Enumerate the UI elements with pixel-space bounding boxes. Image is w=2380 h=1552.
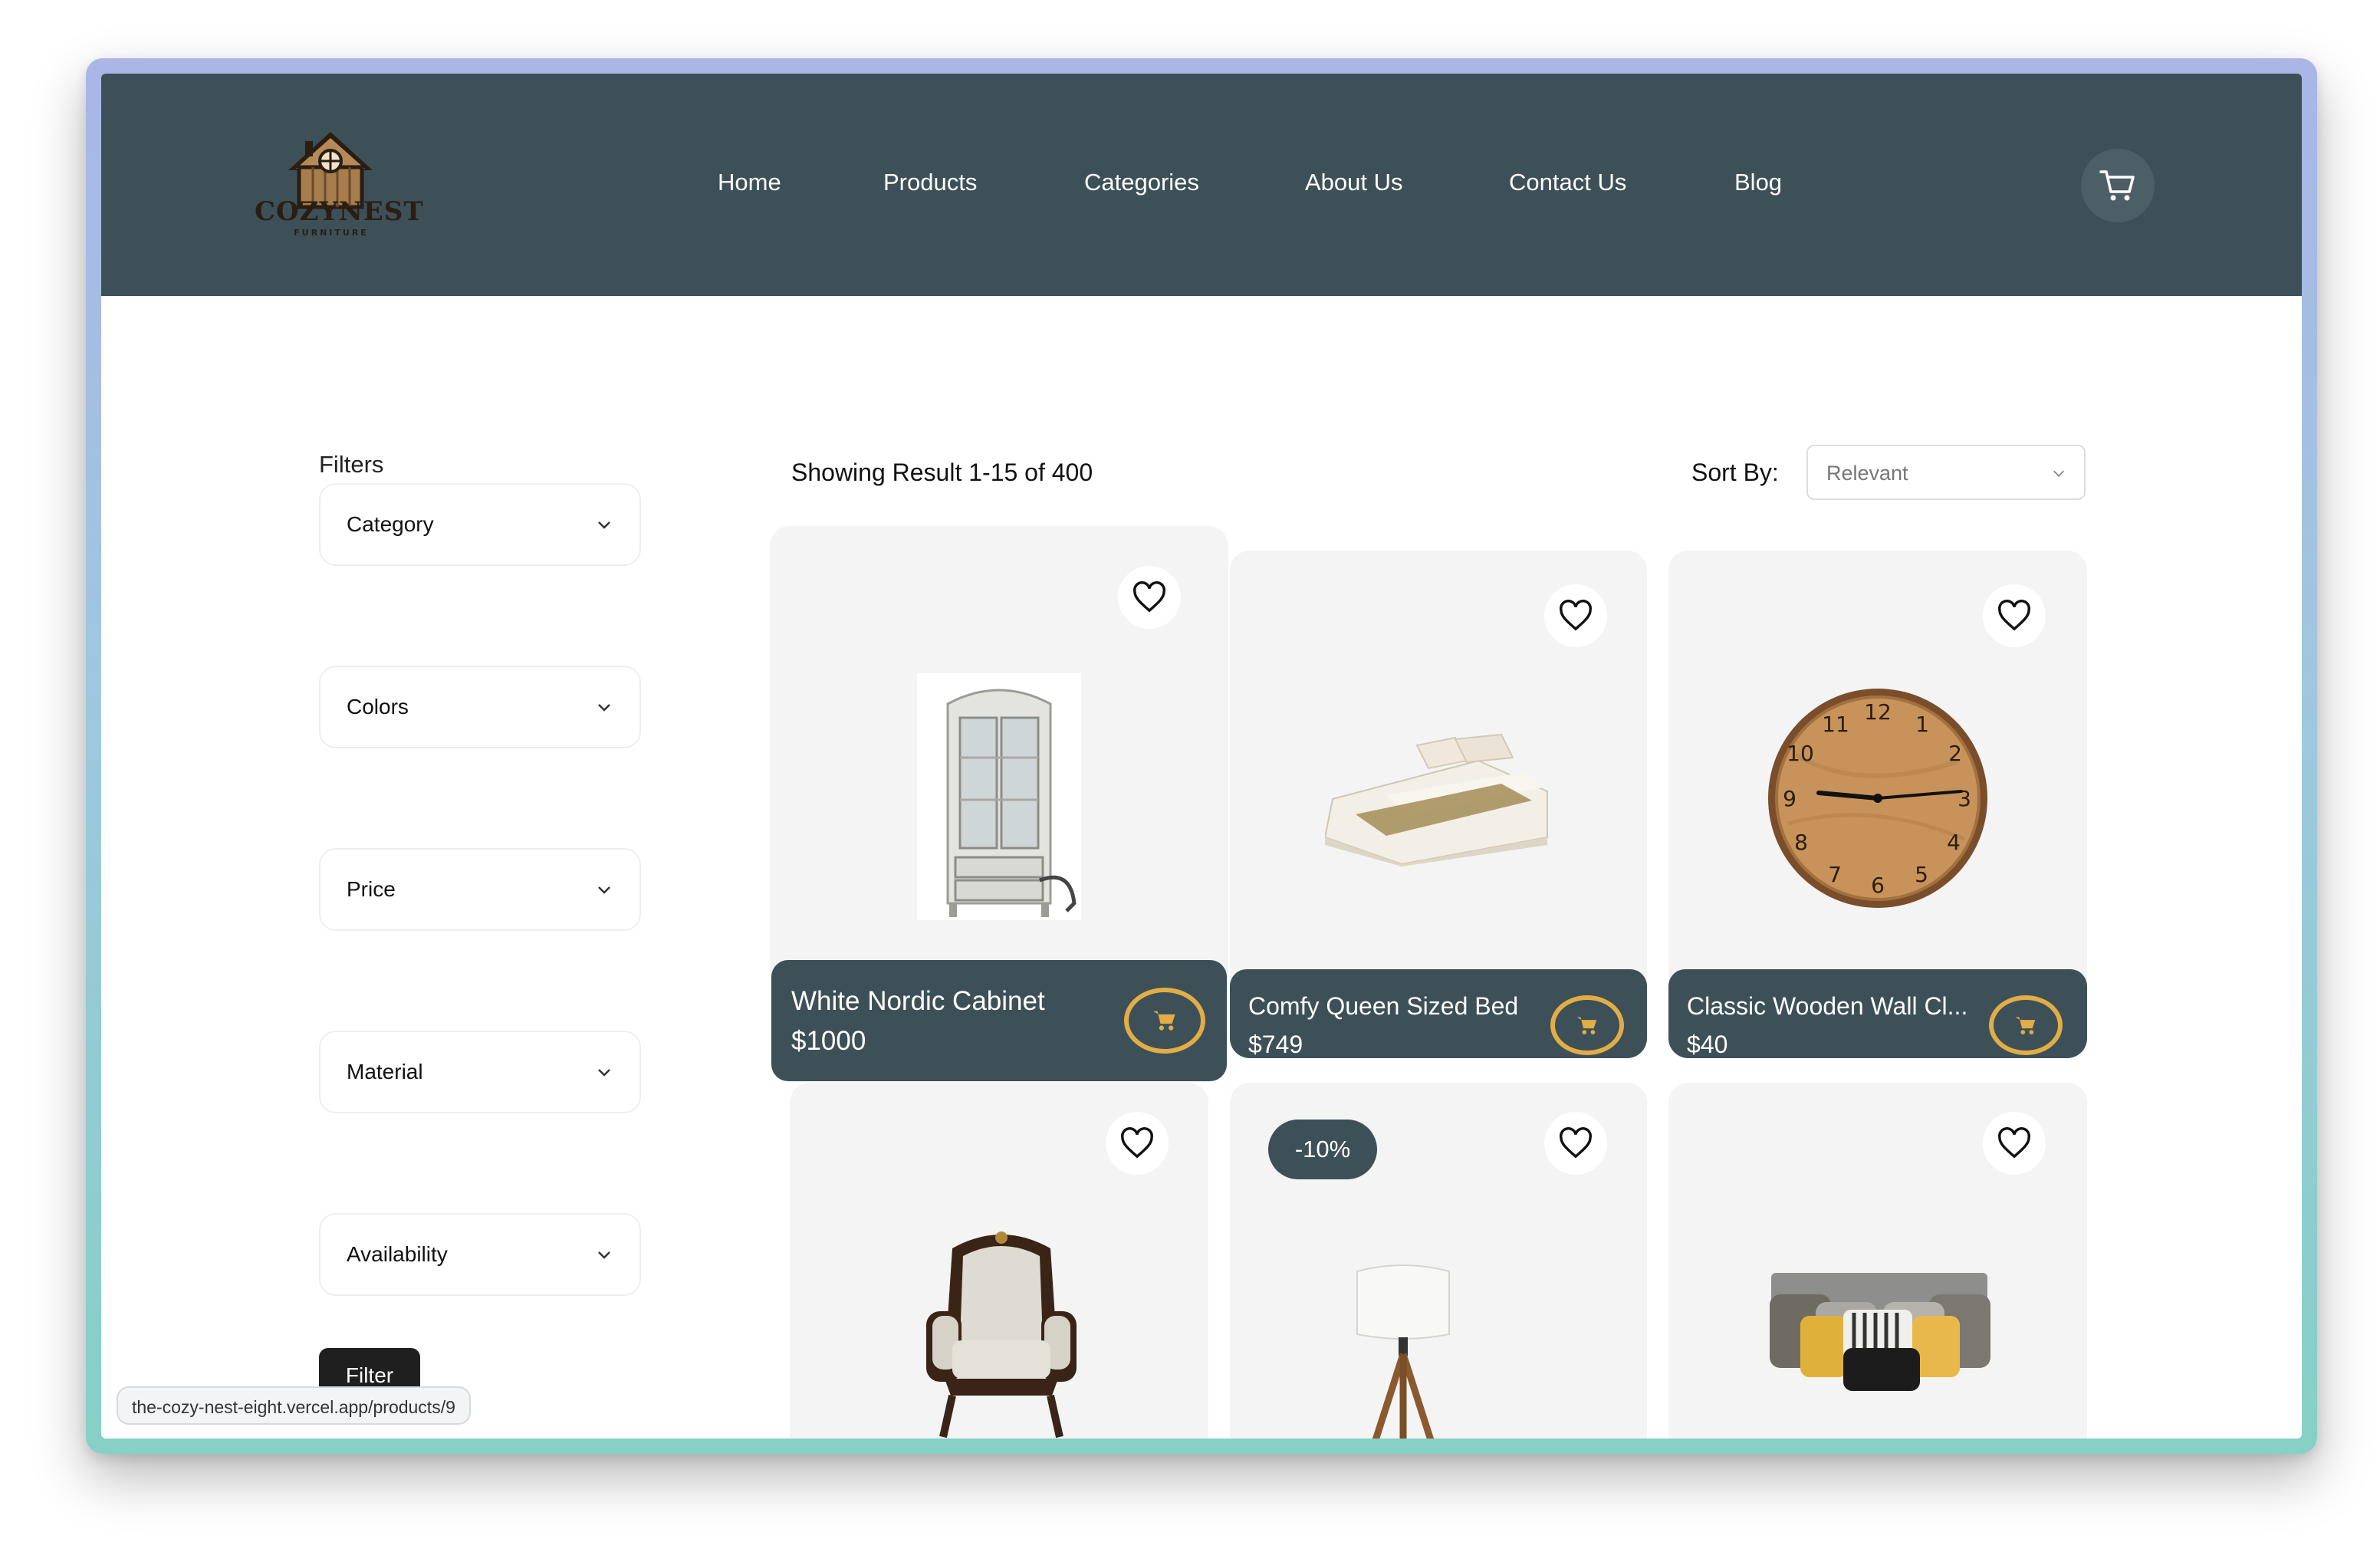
wishlist-button[interactable]	[1118, 566, 1181, 629]
heart-icon	[1998, 600, 2030, 631]
svg-text:6: 6	[1871, 873, 1885, 898]
product-price: $749	[1248, 1031, 1303, 1058]
svg-text:12: 12	[1864, 699, 1892, 725]
svg-text:10: 10	[1787, 741, 1814, 766]
brand-tagline: FURNITURE	[294, 228, 369, 238]
chevron-down-icon	[598, 521, 610, 529]
nav-link-blog[interactable]: Blog	[1734, 169, 1782, 196]
filter-label: Category	[347, 512, 434, 536]
cart-add-icon	[1153, 1011, 1175, 1031]
heart-icon	[1560, 1127, 1592, 1159]
product-info-bar[interactable]: Comfy Queen Sized Bed $749	[1230, 969, 1647, 1058]
filter-category-dropdown[interactable]: Category	[319, 483, 641, 566]
browser-window: COZYNEST FURNITURE Home Products Categor…	[101, 74, 2302, 1439]
chevron-down-icon	[598, 1251, 610, 1259]
svg-text:7: 7	[1828, 862, 1842, 887]
pillows-image	[1770, 1273, 1990, 1391]
floor-lamp-image	[1356, 1264, 1450, 1439]
nav-link-home[interactable]: Home	[718, 169, 781, 196]
filters-heading: Filters	[319, 451, 384, 478]
heart-icon	[1121, 1127, 1153, 1159]
filter-label: Price	[347, 877, 396, 901]
chevron-down-icon	[598, 1069, 610, 1077]
wishlist-button[interactable]	[1544, 584, 1607, 647]
wishlist-button[interactable]	[1544, 1112, 1607, 1175]
bed-image	[1325, 733, 1548, 866]
product-card[interactable]: White Nordic Cabinet $1000	[770, 526, 1228, 1082]
sort-selected-value: Relevant	[1826, 462, 1908, 485]
heart-icon	[1560, 600, 1592, 631]
svg-text:8: 8	[1794, 830, 1808, 855]
svg-text:2: 2	[1948, 741, 1962, 766]
wall-clock-image: 12 1 2 3 4 5 6 7 8 9 10 11	[1768, 689, 1987, 908]
filter-material-dropdown[interactable]: Material	[319, 1031, 641, 1113]
cart-button[interactable]	[2081, 149, 2155, 222]
product-info-bar[interactable]: Classic Wooden Wall Cl... $40	[1668, 969, 2087, 1058]
filter-label: Colors	[347, 695, 409, 718]
armchair-image	[926, 1231, 1077, 1439]
nav-link-products[interactable]: Products	[883, 169, 977, 196]
nav-link-contact-us[interactable]: Contact Us	[1509, 169, 1626, 196]
product-name: Comfy Queen Sized Bed	[1248, 992, 1519, 1020]
add-to-cart-button[interactable]	[1124, 988, 1205, 1054]
product-card[interactable]: 12 1 2 3 4 5 6 7 8 9 10 11 Classic Woode…	[1668, 551, 2087, 1058]
nav-link-categories[interactable]: Categories	[1084, 169, 1199, 196]
brand-name: COZYNEST	[255, 196, 424, 227]
svg-text:11: 11	[1822, 712, 1849, 737]
discount-badge: -10%	[1268, 1120, 1377, 1179]
svg-text:4: 4	[1947, 830, 1961, 855]
add-to-cart-button[interactable]	[1550, 995, 1624, 1055]
product-name: White Nordic Cabinet	[791, 986, 1045, 1016]
filter-colors-dropdown[interactable]: Colors	[319, 666, 641, 748]
nav-link-about-us[interactable]: About Us	[1305, 169, 1403, 196]
heart-icon	[1133, 581, 1165, 613]
filter-price-dropdown[interactable]: Price	[319, 848, 641, 931]
chevron-down-icon	[598, 886, 610, 894]
wishlist-button[interactable]	[1983, 584, 2046, 647]
svg-text:9: 9	[1783, 786, 1797, 811]
filter-label: Availability	[347, 1242, 448, 1266]
chevron-down-icon	[2053, 470, 2065, 477]
sort-label: Sort By:	[1691, 459, 1779, 486]
svg-text:5: 5	[1915, 862, 1928, 887]
filter-availability-dropdown[interactable]: Availability	[319, 1213, 641, 1296]
results-summary: Showing Result 1-15 of 400	[791, 459, 1093, 486]
sort-select[interactable]: Relevant	[1806, 445, 2086, 500]
product-price: $1000	[791, 1026, 866, 1056]
product-card[interactable]	[1668, 1083, 2087, 1439]
cart-add-icon	[2015, 1016, 2036, 1034]
top-navbar: COZYNEST FURNITURE Home Products Categor…	[101, 74, 2302, 296]
add-to-cart-button[interactable]	[1989, 995, 2063, 1055]
product-info-bar[interactable]: White Nordic Cabinet $1000	[771, 960, 1227, 1081]
product-card[interactable]	[790, 1083, 1208, 1439]
chevron-down-icon	[598, 704, 610, 712]
svg-text:1: 1	[1915, 712, 1929, 737]
status-bar-url: the-cozy-nest-eight.vercel.app/products/…	[117, 1386, 471, 1425]
heart-icon	[1998, 1127, 2030, 1159]
wishlist-button[interactable]	[1106, 1112, 1169, 1175]
cart-add-icon	[1576, 1016, 1597, 1034]
wishlist-button[interactable]	[1983, 1112, 2046, 1175]
filter-label: Material	[347, 1060, 423, 1083]
svg-text:3: 3	[1958, 786, 1971, 811]
cabinet-image	[917, 673, 1081, 920]
product-name: Classic Wooden Wall Cl...	[1687, 992, 1968, 1020]
cart-icon	[2099, 170, 2135, 201]
product-price: $40	[1687, 1031, 1728, 1058]
product-card[interactable]: Comfy Queen Sized Bed $749	[1230, 551, 1647, 1058]
